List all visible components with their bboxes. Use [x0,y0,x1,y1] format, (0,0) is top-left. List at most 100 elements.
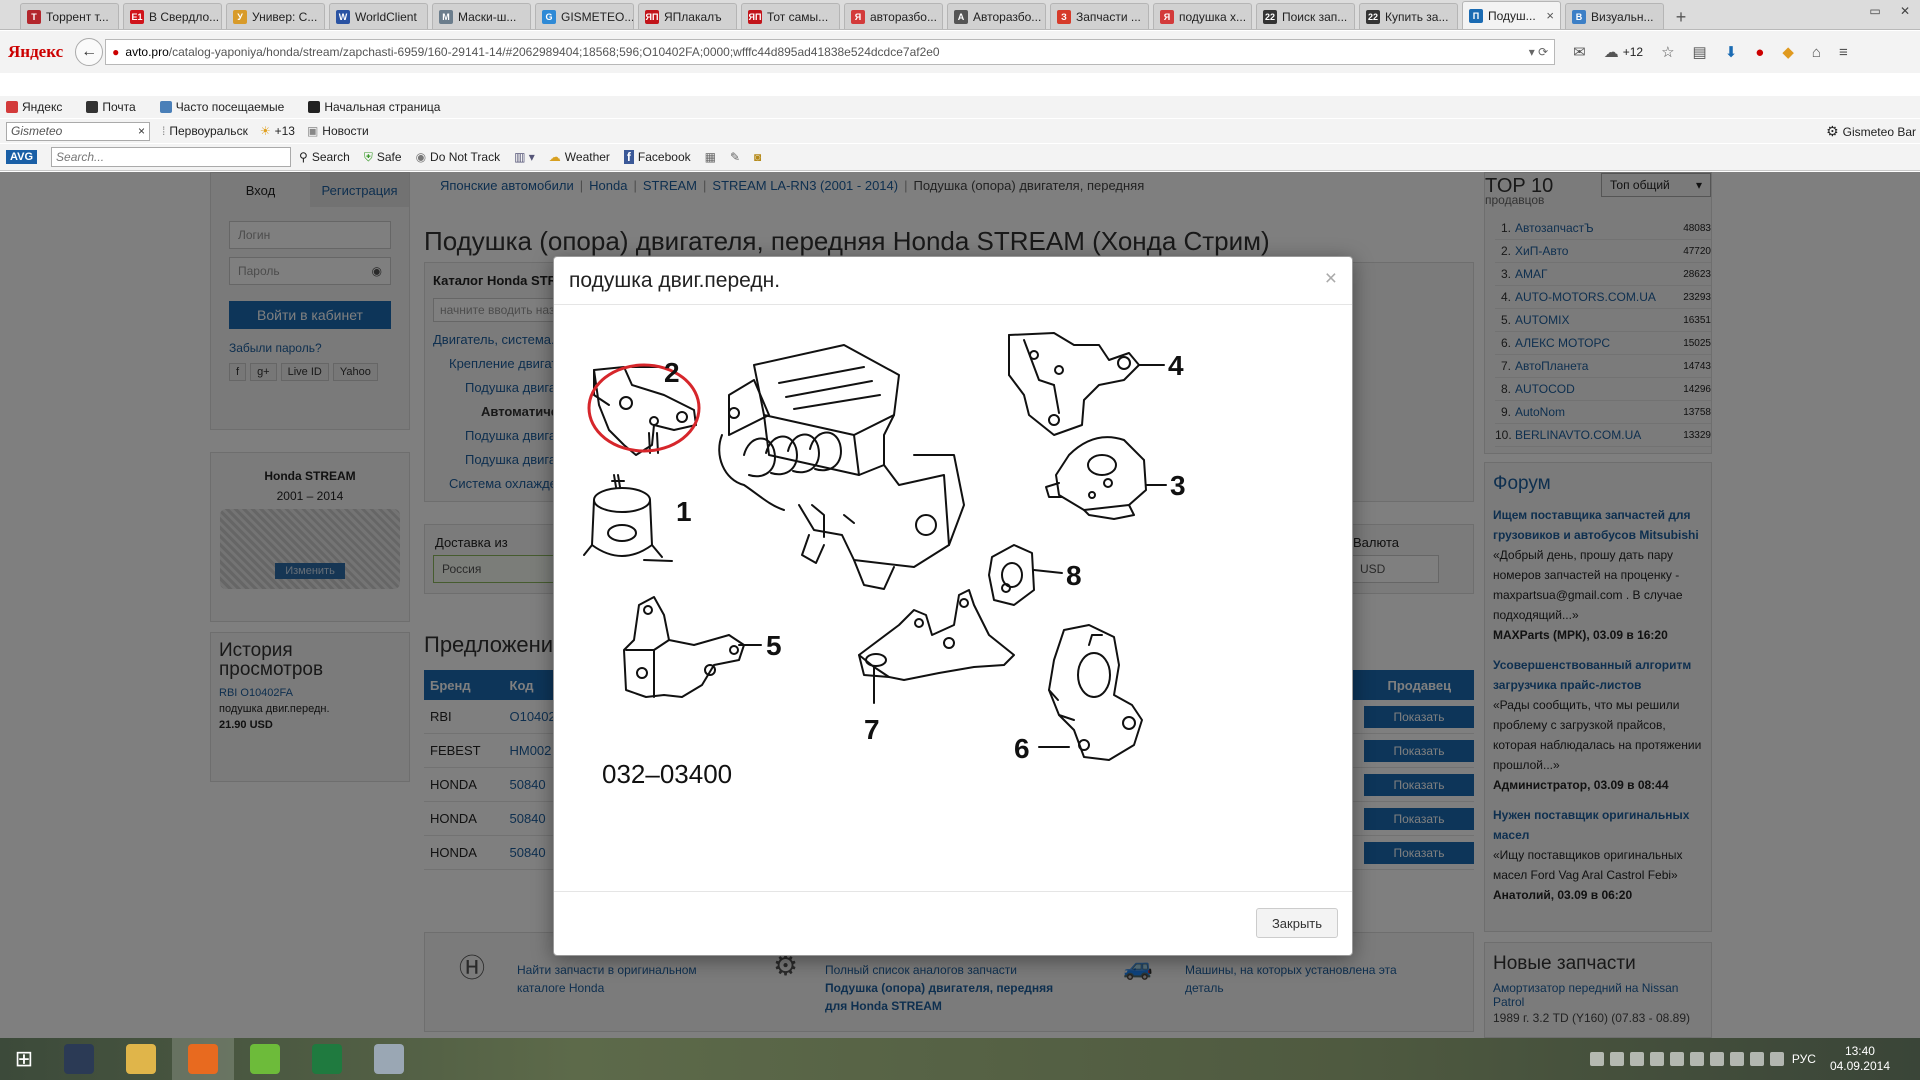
menu-icon[interactable]: ≡ [1839,44,1848,61]
tab-label: Торрент т... [46,9,109,24]
part-6-mount [1038,624,1143,761]
browser-tab[interactable]: ЯП Тот самы... [741,3,840,29]
clock-date: 04.09.2014 [1829,1059,1890,1073]
avg-weather-button[interactable]: ☁ Weather [549,150,610,164]
explorer-icon [126,1044,156,1074]
browser-tab[interactable]: A Авторазбо... [947,3,1046,29]
bookmark-icon [308,101,321,113]
bookmark-star-icon[interactable]: ☆ [1661,43,1674,61]
gismeteo-city[interactable]: ⁞ Первоуральск [162,124,248,138]
taskbar-app-explorer[interactable] [110,1038,172,1080]
tab-label: Тот самы... [767,9,829,24]
weather-icon[interactable]: ☁ [1604,43,1619,61]
tray-icon[interactable] [1709,1052,1724,1066]
gismeteo-news[interactable]: ▣ Новости [307,124,369,138]
tray-icon[interactable] [1589,1052,1604,1066]
browser-tab[interactable]: E1 В Свердло... [123,3,222,29]
browser-tab[interactable]: П Подуш... × [1462,1,1561,29]
tab-favicon-icon: П [1469,8,1483,23]
gismeteo-news-label: Новости [322,124,369,138]
avg-search-input[interactable]: Search... [51,147,292,167]
taskbar-app-calculator[interactable] [358,1038,420,1080]
tab-favicon-icon: 22 [1263,9,1277,24]
tray-icon[interactable] [1629,1052,1644,1066]
bookmark-label: Начальная страница [324,100,441,114]
home-icon[interactable]: ⌂ [1812,44,1821,61]
back-arrow-icon: ← [81,43,98,60]
close-window-button[interactable]: ✕ [1890,0,1920,22]
browser-tab[interactable]: У Универ: С... [226,3,325,29]
browser-tab[interactable]: В Визуальн... [1565,3,1664,29]
notepad-icon[interactable]: ✎ [730,150,740,164]
download-icon[interactable]: ⬇ [1725,43,1738,61]
adblock-icon[interactable]: ● [1755,44,1764,61]
browser-tab[interactable]: 22 Купить за... [1359,3,1458,29]
url-host: avto.pro [125,45,169,59]
part-3-mount [1045,436,1147,520]
bookmark-label: Яндекс [22,100,63,114]
new-tab-button[interactable]: + [1668,5,1694,29]
bookmark-item[interactable]: Начальная страница [308,100,452,114]
tray-icon[interactable] [1689,1052,1704,1066]
tray-icon[interactable] [1729,1052,1744,1066]
bookmark-item[interactable]: Часто посещаемые [159,100,297,114]
taskbar-app-utorrent[interactable] [234,1038,296,1080]
avg-facebook-label: Facebook [637,150,691,164]
start-button[interactable]: ⊞ [0,1038,48,1080]
calculator-icon[interactable]: ▦ [705,150,716,164]
avg-search-button[interactable]: ⚲ Search [299,150,350,164]
film-icon [64,1044,94,1074]
gismeteo-weather[interactable]: ☀ +13 [260,124,295,138]
tab-favicon-icon: ЯП [748,9,762,24]
browser-tab[interactable]: 22 Поиск зап... [1256,3,1355,29]
back-button[interactable]: ← [75,38,104,66]
tray-icon[interactable] [1609,1052,1624,1066]
camera-icon[interactable]: ◙ [754,150,761,164]
avg-logo[interactable]: AVG [6,150,38,164]
browser-tab[interactable]: ЯП ЯПлакалъ [638,3,737,29]
modal-close-button[interactable]: Закрыть [1256,908,1338,938]
avg-facebook-button[interactable]: f Facebook [623,150,691,164]
address-bar[interactable]: ● avto.pro/catalog-yaponiya/honda/stream… [105,39,1556,65]
weather-temp: +12 [1622,45,1644,59]
browser-tab[interactable]: T Торрент т... [20,3,119,29]
browser-tab[interactable]: М Маски-ш... [432,3,531,29]
tab-close-icon[interactable]: × [1546,8,1554,23]
avg-dnt-button[interactable]: ◉ Do Not Track [416,150,501,164]
tray-icon[interactable] [1649,1052,1664,1066]
trash-icon[interactable]: ▥ ▾ [514,150,535,164]
gismeteo-search[interactable]: Gismeteo × [6,121,150,141]
browser-tab[interactable]: Яавторазбо... [844,3,943,29]
part-8-mount [988,544,1063,606]
clock-time: 13:40 [1844,1044,1875,1058]
modal-close-icon[interactable]: × [1325,267,1337,291]
language-indicator[interactable]: РУС [1792,1052,1816,1066]
bookmark-item[interactable]: Яндекс [6,100,74,114]
browser-tab[interactable]: Яподушка х... [1153,3,1252,29]
yandex-logo[interactable]: Яндекс [8,42,63,62]
bookmarks-list-icon[interactable]: ▤ [1693,43,1707,61]
tab-strip: T Торрент т... E1 В Свердло... У Универ: С...… [20,1,1668,29]
avg-safe-button[interactable]: ⛨ Safe [364,150,402,165]
taskbar-app-firefox[interactable] [172,1038,234,1080]
reload-icon[interactable]: ▾ ⟳ [1529,45,1548,59]
tray-icon[interactable] [1749,1052,1764,1066]
restore-button[interactable]: ▭ [1860,0,1890,22]
clock[interactable]: 13:40 04.09.2014 [1830,1044,1890,1074]
browser-tab[interactable]: W WorldClient [329,3,428,29]
taskbar-app-excel[interactable] [296,1038,358,1080]
bookmark-item[interactable]: Почта [86,100,147,114]
tray-icon[interactable] [1769,1052,1784,1066]
tray-icon[interactable] [1669,1052,1684,1066]
mail-icon[interactable]: ✉ [1573,43,1586,61]
browser-tab[interactable]: G GISMETEO... [535,3,634,29]
callout-7: 7 [864,714,880,745]
avg-toolbar: AVG Search... ⚲ Search ⛨ Safe ◉ Do Not Trac… [0,144,1920,171]
clear-icon[interactable]: × [138,124,145,138]
addon-icon[interactable]: ◆ [1782,43,1794,61]
part-code: 032–03400 [602,759,732,789]
gismeteo-bar-button[interactable]: ⚙ Gismeteo Bar [1826,123,1916,140]
taskbar-app-film[interactable] [48,1038,110,1080]
browser-tab[interactable]: З Запчасти ... [1050,3,1149,29]
tab-favicon-icon: W [336,9,350,24]
